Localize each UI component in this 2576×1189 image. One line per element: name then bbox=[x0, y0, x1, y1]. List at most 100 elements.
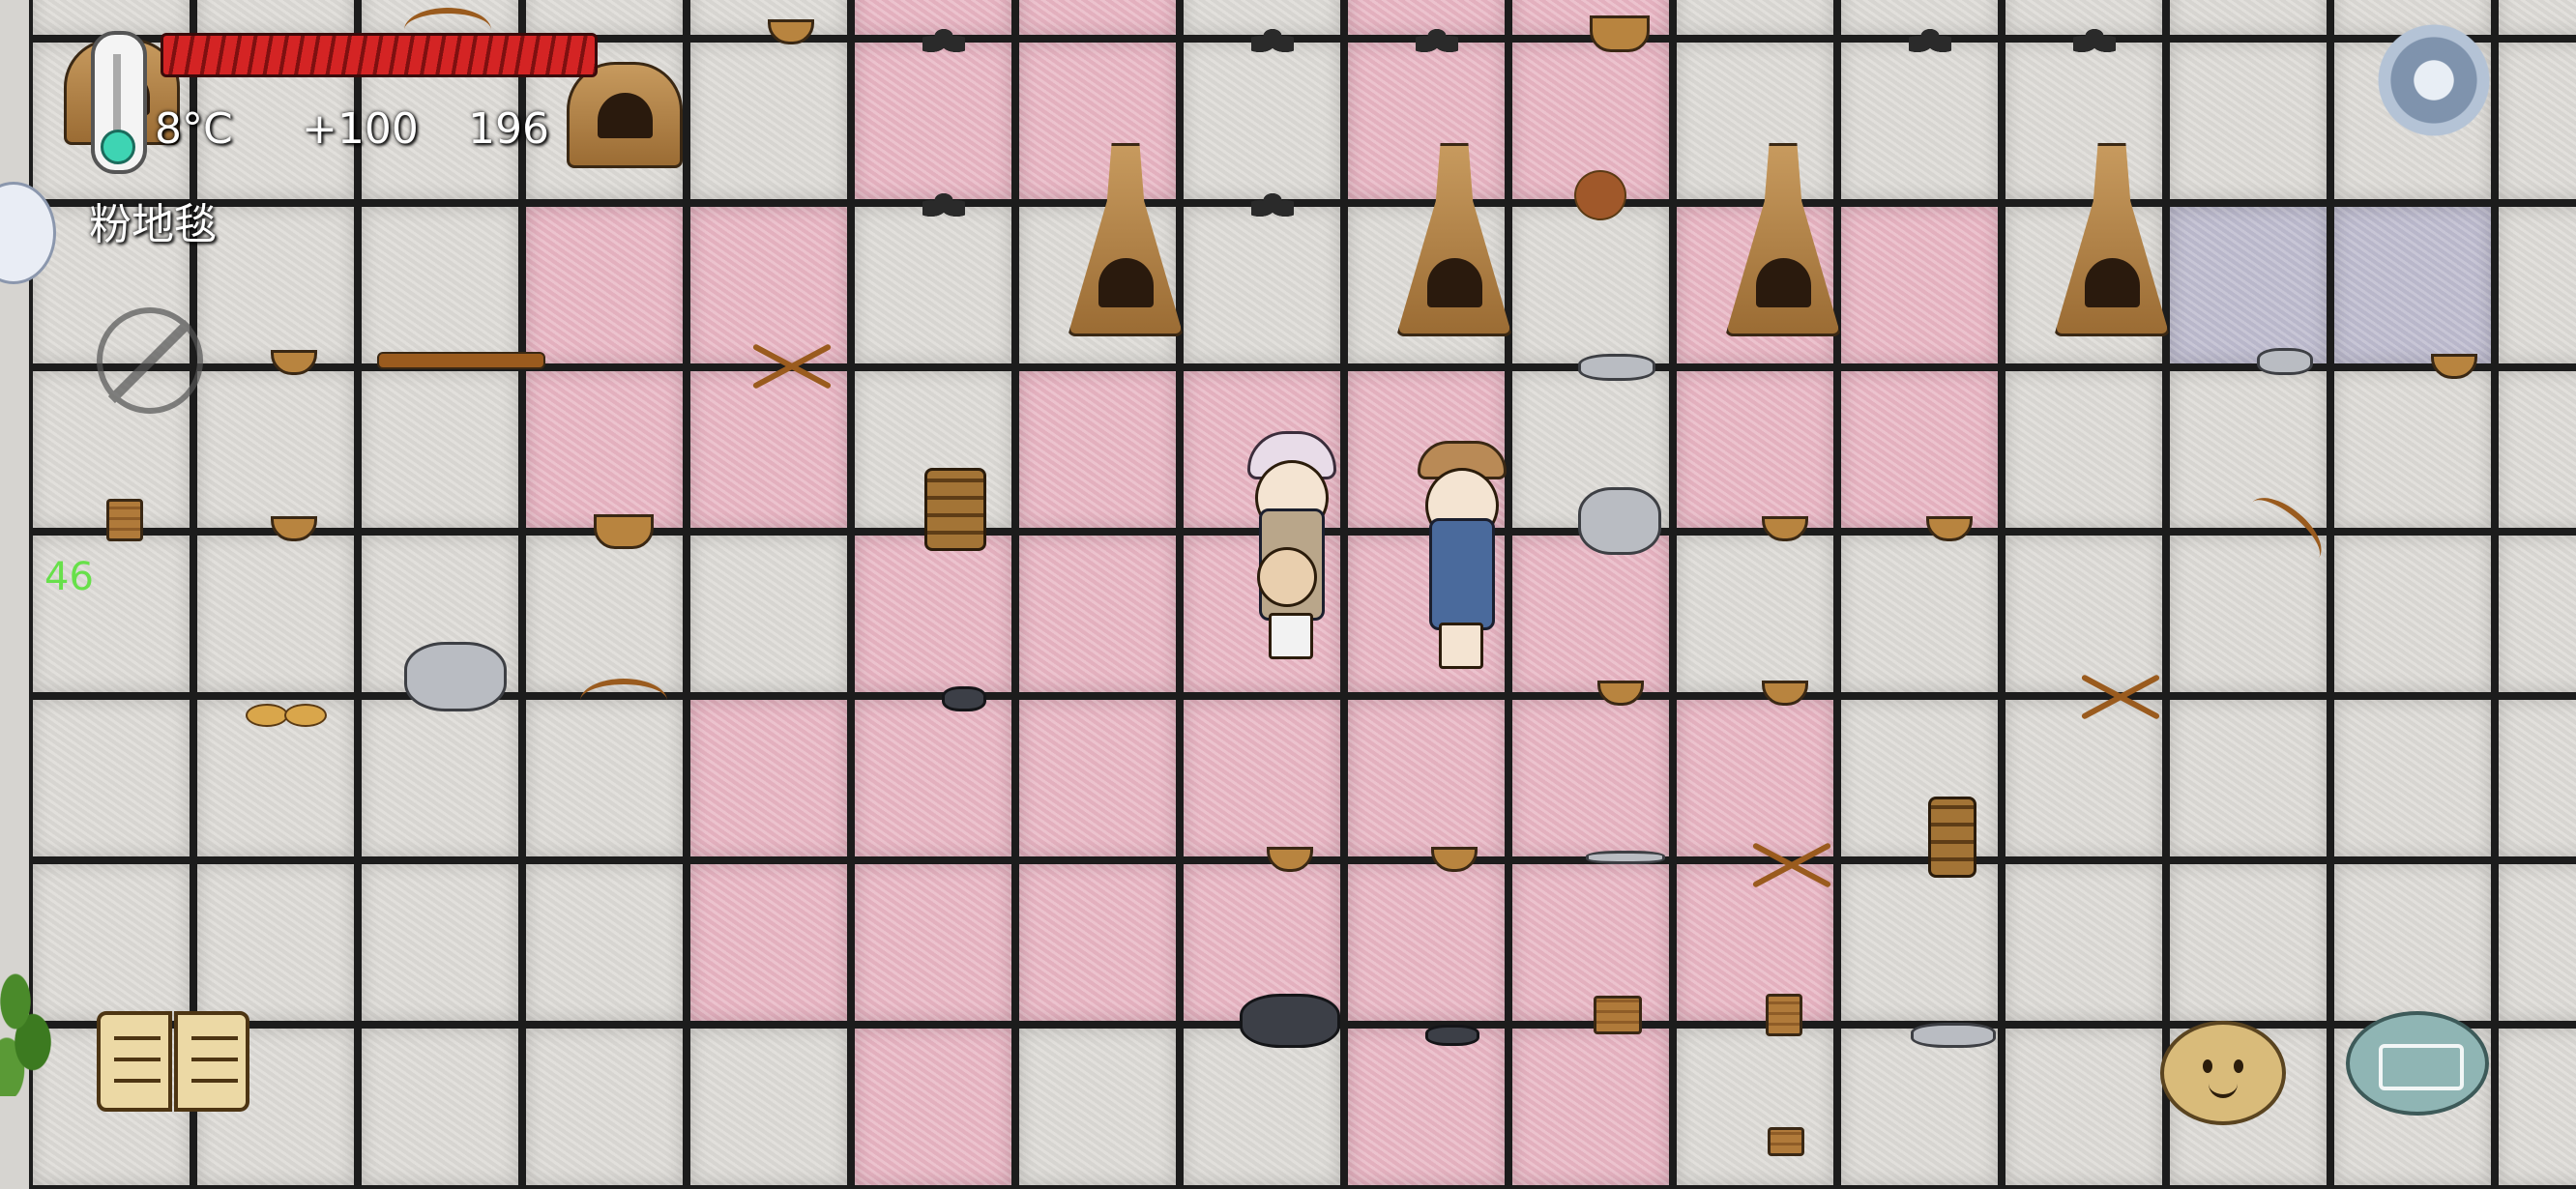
floor-tile[interactable] bbox=[193, 860, 358, 1025]
stone[interactable] bbox=[2257, 348, 2313, 375]
book-icon[interactable] bbox=[97, 1011, 253, 1119]
stone-floor-tile[interactable] bbox=[2330, 203, 2495, 367]
emote-icon[interactable] bbox=[2160, 1021, 2286, 1125]
pink-rug-tile[interactable] bbox=[1508, 696, 1673, 860]
stone-pile[interactable] bbox=[1578, 354, 1655, 381]
pink-rug-tile[interactable] bbox=[1673, 696, 1837, 860]
pink-rug-tile[interactable] bbox=[687, 367, 851, 532]
pink-rug-tile[interactable] bbox=[522, 203, 687, 367]
pink-rug-tile[interactable] bbox=[851, 39, 1015, 203]
floor-tile[interactable] bbox=[193, 367, 358, 532]
pink-rug-tile[interactable] bbox=[1015, 367, 1180, 532]
floor-tile[interactable] bbox=[2495, 367, 2576, 532]
pink-rug-tile[interactable] bbox=[687, 696, 851, 860]
floor-tile[interactable] bbox=[2495, 1025, 2576, 1189]
bucket[interactable] bbox=[1768, 1127, 1804, 1156]
game-world[interactable] bbox=[0, 0, 2576, 1189]
floor-tile[interactable] bbox=[2166, 0, 2330, 39]
basket-stack[interactable] bbox=[1928, 797, 1976, 878]
floor-tile[interactable] bbox=[2495, 39, 2576, 203]
gear-icon[interactable] bbox=[2371, 14, 2497, 147]
pink-rug-tile[interactable] bbox=[1015, 39, 1180, 203]
floor-tile[interactable] bbox=[522, 532, 687, 696]
bow[interactable] bbox=[580, 679, 667, 723]
floor-tile[interactable] bbox=[2330, 860, 2495, 1025]
baby-character[interactable] bbox=[1257, 547, 1317, 653]
floor-tile[interactable] bbox=[193, 532, 358, 696]
pink-rug-tile[interactable] bbox=[1015, 696, 1180, 860]
bucket[interactable] bbox=[1766, 994, 1802, 1036]
floor-tile[interactable] bbox=[2330, 532, 2495, 696]
sapling[interactable] bbox=[1251, 25, 1294, 52]
pink-rug-tile[interactable] bbox=[851, 696, 1015, 860]
dark-stone-pile[interactable] bbox=[1240, 994, 1340, 1048]
floor-tile[interactable] bbox=[1180, 1025, 1344, 1189]
floor-tile[interactable] bbox=[2002, 860, 2166, 1025]
sapling[interactable] bbox=[922, 189, 965, 217]
basket-stack[interactable] bbox=[924, 468, 986, 551]
pink-rug-tile[interactable] bbox=[1180, 696, 1344, 860]
floor-tile[interactable] bbox=[2495, 532, 2576, 696]
pink-rug-tile[interactable] bbox=[851, 860, 1015, 1025]
clay-oven[interactable] bbox=[567, 62, 683, 168]
pink-rug-tile[interactable] bbox=[1344, 696, 1508, 860]
bread[interactable] bbox=[284, 704, 327, 727]
floor-tile[interactable] bbox=[2330, 696, 2495, 860]
floor-tile[interactable] bbox=[1837, 1025, 2002, 1189]
pink-rug-tile[interactable] bbox=[1508, 860, 1673, 1025]
floor-tile[interactable] bbox=[522, 860, 687, 1025]
stone-pile[interactable] bbox=[1578, 487, 1661, 555]
pink-rug-tile[interactable] bbox=[687, 860, 851, 1025]
floor-tile[interactable] bbox=[2495, 0, 2576, 39]
floor-tile[interactable] bbox=[358, 1025, 522, 1189]
pink-rug-tile[interactable] bbox=[1015, 0, 1180, 39]
floor-tile[interactable] bbox=[1837, 860, 2002, 1025]
floor-tile[interactable] bbox=[2002, 39, 2166, 203]
bucket[interactable] bbox=[106, 499, 143, 541]
floor-tile[interactable] bbox=[29, 696, 193, 860]
floor-tile[interactable] bbox=[687, 39, 851, 203]
flat-stone[interactable] bbox=[1911, 1023, 1996, 1048]
floor-tile[interactable] bbox=[2166, 696, 2330, 860]
pink-rug-tile[interactable] bbox=[1837, 367, 2002, 532]
floor-tile[interactable] bbox=[1508, 203, 1673, 367]
floor-tile[interactable] bbox=[358, 860, 522, 1025]
floor-tile[interactable] bbox=[2495, 696, 2576, 860]
pink-rug-tile[interactable] bbox=[1508, 1025, 1673, 1189]
pink-rug-tile[interactable] bbox=[1344, 39, 1508, 203]
dark-stone[interactable] bbox=[1425, 1025, 1479, 1046]
floor-tile[interactable] bbox=[1673, 0, 1837, 39]
floor-tile[interactable] bbox=[687, 1025, 851, 1189]
floor-tile[interactable] bbox=[1673, 39, 1837, 203]
floor-tile[interactable] bbox=[2002, 367, 2166, 532]
floor-tile[interactable] bbox=[851, 203, 1015, 367]
sapling[interactable] bbox=[922, 25, 965, 52]
pink-rug-tile[interactable] bbox=[1344, 860, 1508, 1025]
pink-rug-tile[interactable] bbox=[687, 203, 851, 367]
bucket[interactable] bbox=[1594, 996, 1642, 1034]
floor-tile[interactable] bbox=[687, 532, 851, 696]
pink-rug-tile[interactable] bbox=[851, 1025, 1015, 1189]
floor-tile[interactable] bbox=[2002, 1025, 2166, 1189]
wooden-board[interactable] bbox=[377, 352, 545, 369]
floor-tile[interactable] bbox=[522, 1025, 687, 1189]
kindling[interactable] bbox=[2077, 674, 2164, 720]
floor-tile[interactable] bbox=[1837, 696, 2002, 860]
floor-tile[interactable] bbox=[2002, 532, 2166, 696]
floor-tile[interactable] bbox=[193, 203, 358, 367]
pink-rug-tile[interactable] bbox=[1837, 203, 2002, 367]
basket[interactable] bbox=[594, 514, 654, 549]
pink-rug-tile[interactable] bbox=[851, 532, 1015, 696]
floor-tile[interactable] bbox=[358, 203, 522, 367]
flat-stone[interactable] bbox=[1586, 851, 1665, 864]
pink-rug-tile[interactable] bbox=[1015, 860, 1180, 1025]
floor-tile[interactable] bbox=[2166, 39, 2330, 203]
sapling[interactable] bbox=[1416, 25, 1458, 52]
floor-tile[interactable] bbox=[2495, 203, 2576, 367]
sapling[interactable] bbox=[1909, 25, 1951, 52]
floor-tile[interactable] bbox=[358, 696, 522, 860]
pink-rug-tile[interactable] bbox=[522, 367, 687, 532]
floor-tile[interactable] bbox=[1015, 1025, 1180, 1189]
floor-tile[interactable] bbox=[1837, 39, 2002, 203]
dark-stone[interactable] bbox=[942, 686, 986, 711]
